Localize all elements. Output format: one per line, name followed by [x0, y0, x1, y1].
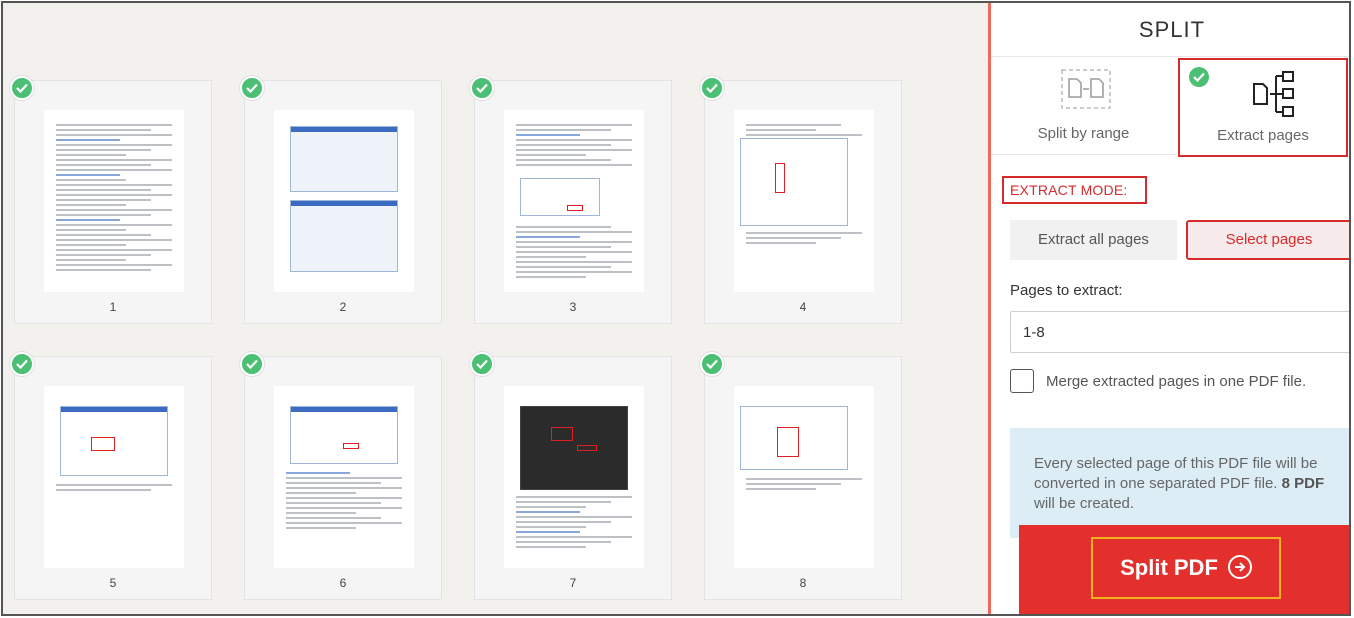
arrow-right-icon [1227, 555, 1252, 580]
page-thumbnail [504, 110, 644, 292]
page-grid: 1 2 3 4 5 6 7 8 [3, 3, 988, 614]
page-card[interactable]: 3 [474, 80, 672, 324]
page-thumbnail [274, 386, 414, 568]
selected-check-icon[interactable] [10, 76, 34, 100]
page-thumbnail [734, 386, 874, 568]
extract-pages-button[interactable]: Extract pages [1178, 58, 1348, 157]
page-card[interactable]: 8 [704, 356, 902, 600]
pages-to-extract-input[interactable] [1010, 311, 1349, 353]
page-number: 6 [339, 576, 347, 590]
page-card[interactable]: 4 [704, 80, 902, 324]
page-number: 4 [799, 300, 807, 314]
page-card[interactable]: 5 [14, 356, 212, 600]
info-text-tail: will be created. [1034, 495, 1135, 512]
selected-check-icon[interactable] [10, 352, 34, 376]
selected-check-icon[interactable] [700, 76, 724, 100]
split-pdf-button-inner[interactable]: Split PDF [1091, 537, 1281, 599]
selected-check-icon[interactable] [700, 352, 724, 376]
info-box: Every selected page of this PDF file wil… [1010, 428, 1349, 538]
page-thumbnail [734, 110, 874, 292]
selected-check-icon [1189, 67, 1209, 87]
split-pdf-label: Split PDF [1120, 555, 1218, 580]
info-count: 8 PDF [1281, 475, 1325, 492]
page-number: 7 [569, 576, 577, 590]
page-thumbnail [44, 110, 184, 292]
page-thumbnail [274, 110, 414, 292]
selected-check-icon[interactable] [240, 352, 264, 376]
extract-pages-label: Extract pages [1217, 127, 1309, 144]
page-thumbnail [44, 386, 184, 568]
split-pdf-button[interactable]: Split PDF [1019, 525, 1349, 614]
split-by-range-button[interactable]: Split by range [991, 57, 1176, 155]
page-card[interactable]: 2 [244, 80, 442, 324]
app-frame: 1 2 3 4 5 6 7 8 SPLIT Split by range Ext… [1, 1, 1351, 616]
page-thumbnail [504, 386, 644, 568]
selected-check-icon[interactable] [240, 76, 264, 100]
selected-check-icon[interactable] [470, 352, 494, 376]
page-card[interactable]: 7 [474, 356, 672, 600]
page-card[interactable]: 6 [244, 356, 442, 600]
page-number: 2 [339, 300, 347, 314]
page-card[interactable]: 1 [14, 80, 212, 324]
page-number: 3 [569, 300, 577, 314]
extract-mode-heading: EXTRACT MODE: [1002, 176, 1147, 204]
split-range-icon [1061, 69, 1111, 114]
pages-to-extract-label: Pages to extract: [1010, 282, 1123, 299]
split-panel: SPLIT Split by range Extract pages EXTRA… [991, 3, 1349, 614]
selected-check-icon[interactable] [470, 76, 494, 100]
page-number: 5 [109, 576, 117, 590]
split-by-range-label: Split by range [1037, 125, 1130, 142]
info-text: Every selected page of this PDF file wil… [1034, 454, 1333, 514]
page-number: 1 [109, 300, 117, 314]
page-number: 8 [799, 576, 807, 590]
extract-all-pages-button[interactable]: Extract all pages [1010, 220, 1177, 260]
select-pages-button[interactable]: Select pages [1186, 220, 1349, 260]
extract-pages-icon [1250, 70, 1302, 123]
merge-checkbox-label: Merge extracted pages in one PDF file. [1046, 373, 1307, 390]
merge-checkbox[interactable] [1010, 369, 1034, 393]
panel-title: SPLIT [991, 3, 1349, 57]
info-text-main: Every selected page of this PDF file wil… [1034, 455, 1318, 492]
